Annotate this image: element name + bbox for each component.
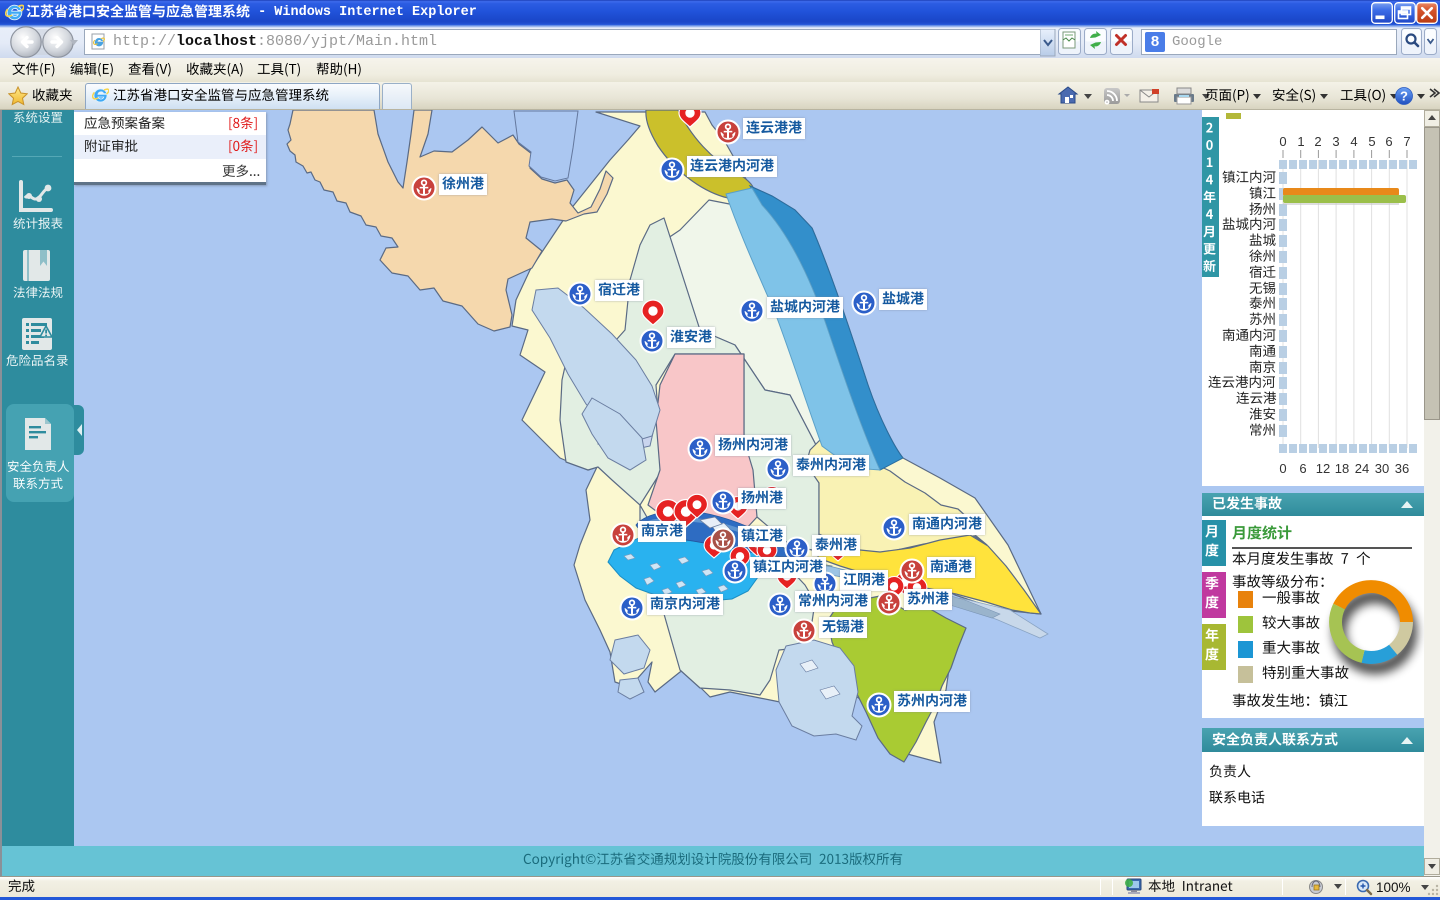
svg-text:?: ? — [1400, 89, 1408, 104]
